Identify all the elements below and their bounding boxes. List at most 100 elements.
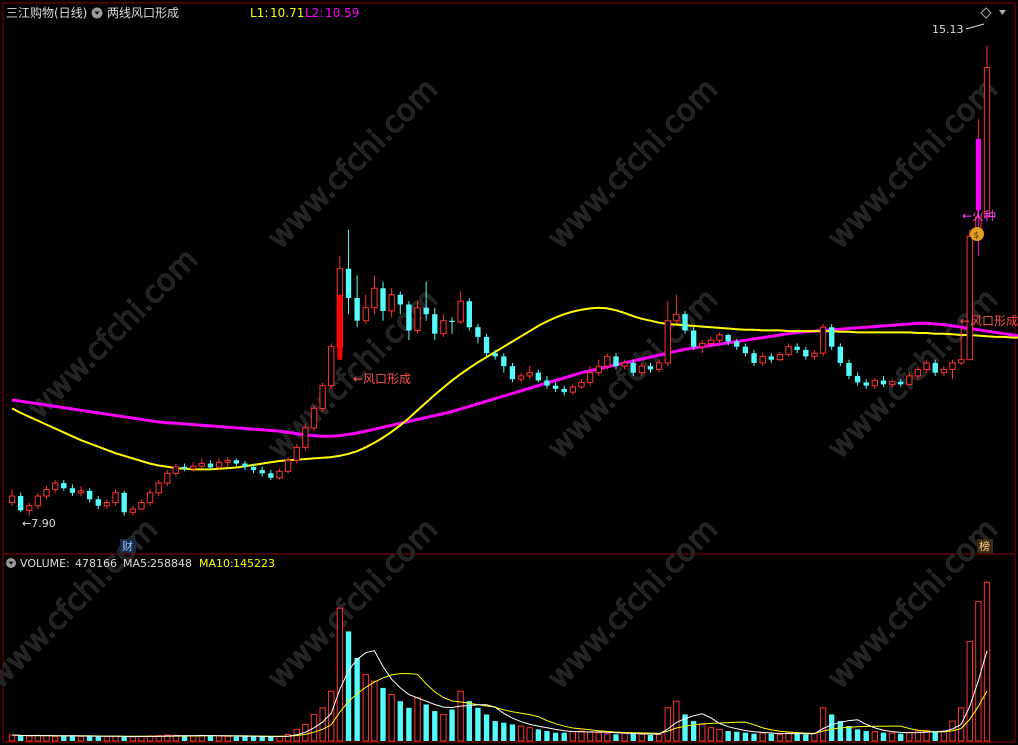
candle-body bbox=[77, 490, 85, 494]
candle-body bbox=[682, 314, 688, 331]
l2-label: L2: bbox=[305, 6, 323, 20]
volume-bar bbox=[215, 735, 223, 742]
volume-bar bbox=[388, 694, 395, 742]
candle-body bbox=[432, 314, 438, 334]
candle-body bbox=[906, 375, 913, 385]
collapse-icon[interactable] bbox=[999, 10, 1006, 15]
candle-body bbox=[569, 386, 577, 393]
candle-body bbox=[371, 287, 378, 309]
candle bbox=[43, 486, 50, 500]
candle bbox=[371, 275, 378, 315]
candle bbox=[854, 372, 861, 386]
volume-bar bbox=[328, 690, 335, 742]
volume-bar bbox=[544, 731, 550, 741]
l1-series-path bbox=[11, 306, 1018, 471]
candle-body bbox=[751, 353, 757, 363]
candle bbox=[198, 458, 205, 469]
volume-bar bbox=[397, 701, 403, 741]
volume-bar bbox=[362, 674, 369, 742]
candle-body bbox=[794, 346, 800, 350]
candle bbox=[803, 346, 809, 360]
candle bbox=[768, 353, 774, 363]
candle-body bbox=[535, 372, 542, 381]
volume-bar bbox=[8, 734, 16, 742]
l1-value: 10.71 bbox=[270, 6, 304, 20]
volume-bar bbox=[319, 707, 326, 742]
volume-bar bbox=[716, 728, 723, 742]
volume-bar bbox=[751, 733, 757, 741]
candle-body bbox=[837, 346, 843, 363]
candle bbox=[146, 489, 154, 506]
candle-body bbox=[34, 495, 42, 507]
candle-body bbox=[345, 268, 352, 298]
volume-bar bbox=[975, 601, 982, 742]
volume-bar bbox=[86, 736, 93, 741]
bang-badge[interactable]: 榜 bbox=[979, 539, 990, 553]
ma5-label: MA5: bbox=[123, 557, 151, 570]
volume-header: VOLUME: 478166 MA5: 258848 MA10: 145223 bbox=[6, 557, 275, 570]
candle bbox=[112, 489, 119, 506]
volume-bar bbox=[121, 737, 127, 741]
volume-bar bbox=[966, 640, 973, 742]
candle bbox=[785, 343, 792, 357]
volume-bar bbox=[888, 732, 896, 742]
candle-body bbox=[259, 470, 265, 474]
candle-body bbox=[276, 470, 283, 479]
volume-bar bbox=[276, 735, 283, 742]
candle-body bbox=[95, 499, 101, 506]
candle-body bbox=[742, 346, 749, 354]
candle-body bbox=[552, 385, 559, 389]
candle bbox=[34, 492, 42, 510]
volume-bar bbox=[794, 733, 800, 741]
candle bbox=[95, 496, 101, 510]
candle-body bbox=[586, 372, 594, 383]
volume-bar bbox=[871, 731, 879, 742]
volume-bar bbox=[129, 736, 136, 742]
indicator-name[interactable]: 两线风口形成 bbox=[107, 6, 179, 20]
candle bbox=[8, 489, 16, 506]
candle bbox=[475, 323, 481, 344]
candle-body bbox=[146, 492, 154, 504]
candle-body bbox=[803, 349, 809, 357]
volume-bar bbox=[535, 729, 542, 741]
candle-body bbox=[604, 355, 611, 367]
candle-body bbox=[181, 466, 188, 469]
volume-bar bbox=[492, 721, 498, 741]
volume-bar bbox=[578, 730, 585, 742]
volume-bar bbox=[61, 736, 67, 741]
candle bbox=[319, 382, 326, 412]
volume-bar bbox=[630, 733, 636, 741]
candle bbox=[224, 457, 231, 467]
volume-bar bbox=[371, 680, 378, 742]
candle-body bbox=[544, 380, 550, 386]
candle-body bbox=[501, 356, 507, 367]
candle bbox=[794, 343, 800, 354]
volume-bar bbox=[604, 733, 611, 742]
volume-bar bbox=[811, 733, 818, 742]
watermark-text: www.cfchi.com bbox=[0, 512, 165, 696]
volume-bar bbox=[595, 732, 602, 742]
candle bbox=[17, 492, 24, 513]
candle-body bbox=[517, 375, 525, 380]
stock-name: 三江购物(日线) bbox=[6, 5, 87, 20]
volume-bar bbox=[43, 735, 50, 742]
candle-body bbox=[328, 346, 335, 387]
candle-body bbox=[310, 407, 318, 429]
candle bbox=[526, 366, 533, 380]
expand-icon[interactable] bbox=[980, 7, 992, 19]
volume-bar bbox=[734, 731, 740, 741]
candle-body bbox=[457, 300, 464, 323]
candle bbox=[742, 343, 749, 357]
fengkou-label-1: ←风口形成 bbox=[353, 372, 411, 386]
cai-badge[interactable]: 财 bbox=[122, 539, 133, 553]
candle bbox=[328, 343, 335, 389]
candle bbox=[483, 333, 490, 357]
candle-body bbox=[440, 320, 447, 335]
candle-body bbox=[190, 465, 197, 470]
candle-body bbox=[224, 459, 231, 463]
volume-bar bbox=[699, 723, 706, 742]
candle-body bbox=[578, 381, 585, 388]
ma10-value: 145223 bbox=[233, 557, 275, 570]
fengkou-label-2: ←风口形成 bbox=[960, 314, 1018, 328]
volume-bar bbox=[69, 735, 76, 741]
